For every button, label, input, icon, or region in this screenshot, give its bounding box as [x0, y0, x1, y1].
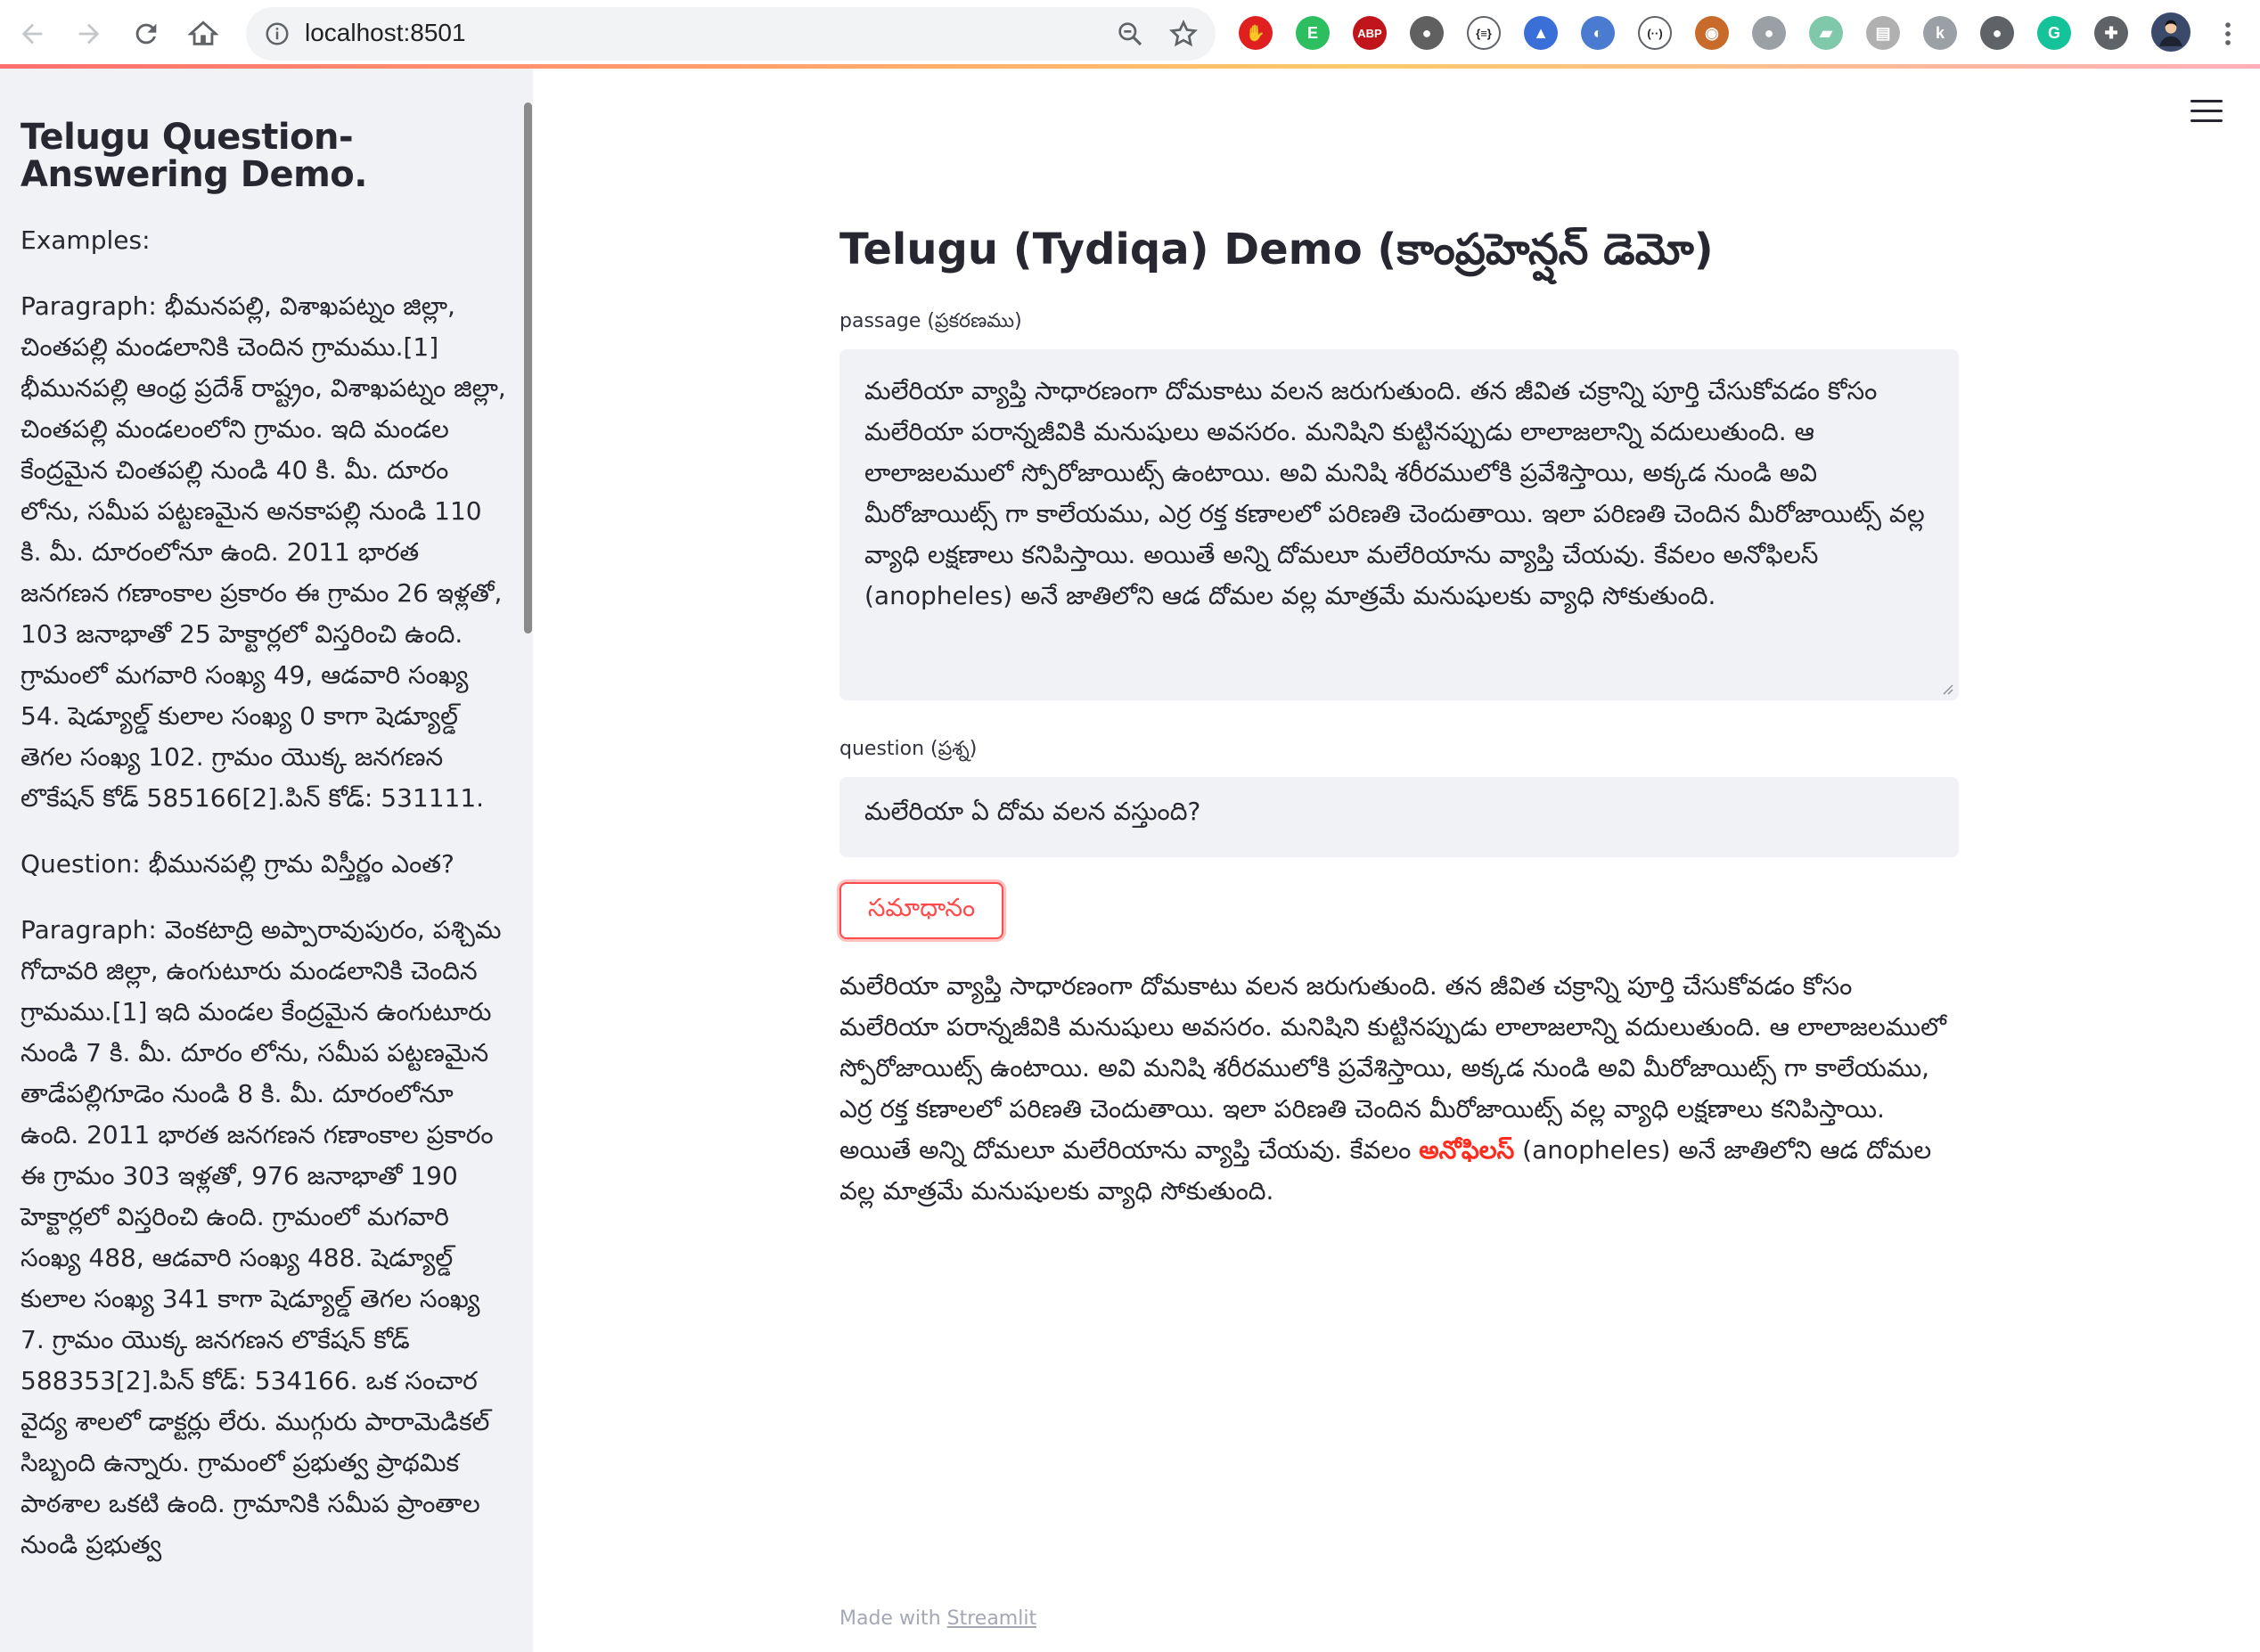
owl-extension-icon[interactable]: ◉ — [1695, 16, 1729, 50]
back-button[interactable] — [11, 12, 53, 55]
passage-textarea[interactable]: మలేరియా వ్యాప్తి సాధారణంగా దోమకాటు వలన జ… — [839, 349, 1959, 700]
json-extension-icon[interactable]: {≡} — [1467, 16, 1501, 50]
passage-label: passage (ప్రకరణము) — [839, 310, 1022, 332]
circle-extension-icon[interactable]: ● — [1410, 16, 1444, 50]
browser-menu-button[interactable] — [2207, 12, 2249, 55]
graduation-cap-icon[interactable]: ▲ — [1524, 16, 1558, 50]
example-paragraph-2: Paragraph: వెంకటాద్రి అప్పారావుపురం, పశ్… — [20, 915, 502, 1559]
address-bar[interactable]: localhost:8501 — [246, 7, 1216, 61]
avatar-icon — [2159, 20, 2182, 46]
lightbulb-icon[interactable]: ● — [1980, 16, 2014, 50]
zoom-out-icon[interactable] — [1116, 20, 1144, 48]
arrow-left-icon — [21, 23, 43, 45]
info-icon[interactable] — [264, 20, 291, 47]
adblock-icon[interactable]: ABP — [1353, 16, 1387, 50]
footer-made-with: Made with — [839, 1607, 947, 1630]
question-input[interactable]: మలేరియా ఏ దోమ వలన వస్తుంది? — [839, 777, 1959, 857]
answer-button[interactable]: సమాధానం — [839, 882, 1003, 939]
chat-bubble-icon[interactable]: ● — [1752, 16, 1786, 50]
example-question-1: Question: భీమునపల్లి గ్రామ విస్తీర్ణం ఎం… — [20, 849, 454, 879]
code-extension-icon[interactable]: (··) — [1638, 16, 1672, 50]
streamlit-link[interactable]: Streamlit — [947, 1607, 1036, 1630]
home-icon — [188, 20, 218, 45]
sidebar-examples: Examples: Paragraph: భీమనపల్లి, విశాఖపట్… — [20, 220, 506, 1591]
examples-label: Examples: — [20, 225, 151, 255]
document-extension-icon[interactable]: ▤ — [1866, 16, 1900, 50]
forward-button[interactable] — [68, 12, 111, 55]
resize-handle-icon[interactable] — [1939, 681, 1953, 695]
stop-icon[interactable]: ✋ — [1239, 16, 1273, 50]
grammarly-icon[interactable]: G — [2037, 16, 2071, 50]
footer: Made with Streamlit — [839, 1607, 1036, 1630]
reload-icon — [135, 23, 157, 45]
passage-text[interactable]: మలేరియా వ్యాప్తి సాధారణంగా దోమకాటు వలన జ… — [864, 376, 1925, 610]
home-button[interactable] — [182, 12, 225, 55]
answer-output: మలేరియా వ్యాప్తి సాధారణంగా దోమకాటు వలన జ… — [839, 966, 1959, 1212]
profile-avatar[interactable] — [2151, 12, 2190, 52]
reload-button[interactable] — [125, 12, 168, 55]
kebab-menu-icon — [2225, 22, 2231, 45]
example-paragraph-1: Paragraph: భీమనపల్లి, విశాఖపట్నం జిల్లా,… — [20, 291, 506, 813]
url-text[interactable]: localhost:8501 — [305, 19, 466, 47]
k-extension-icon[interactable]: k — [1923, 16, 1957, 50]
sidebar-scrollbar[interactable] — [524, 102, 532, 634]
menu-line-icon — [2190, 110, 2223, 112]
evernote-icon[interactable]: E — [1296, 16, 1330, 50]
sidebar-title: Telugu Question-Answering Demo. — [20, 117, 367, 195]
swirl-extension-icon[interactable]: ◐ — [1581, 16, 1615, 50]
page-title: Telugu (Tydiqa) Demo (కాంప్రహెన్షన్ డెమో… — [839, 225, 1714, 274]
menu-line-icon — [2190, 100, 2223, 102]
image-extension-icon[interactable]: ▰ — [1809, 16, 1843, 50]
answer-highlight: అనోఫిలస్ — [1419, 1135, 1515, 1165]
puzzle-icon[interactable]: ✚ — [2094, 16, 2128, 50]
sidebar: Telugu Question-Answering Demo. Examples… — [0, 69, 533, 1652]
browser-toolbar: localhost:8501 ✋ E ABP ● {≡} ▲ ◐ (··) ◉ ● ▰ ▤ k ● G ✚ — [0, 0, 2260, 66]
question-text[interactable]: మలేరియా ఏ దోమ వలన వస్తుంది? — [864, 797, 1200, 826]
arrow-right-icon — [78, 23, 100, 45]
menu-line-icon — [2190, 119, 2223, 122]
hamburger-menu-button[interactable] — [2190, 100, 2223, 127]
bookmark-star-icon[interactable] — [1167, 18, 1200, 50]
question-label: question (ప్రశ్న) — [839, 738, 978, 760]
